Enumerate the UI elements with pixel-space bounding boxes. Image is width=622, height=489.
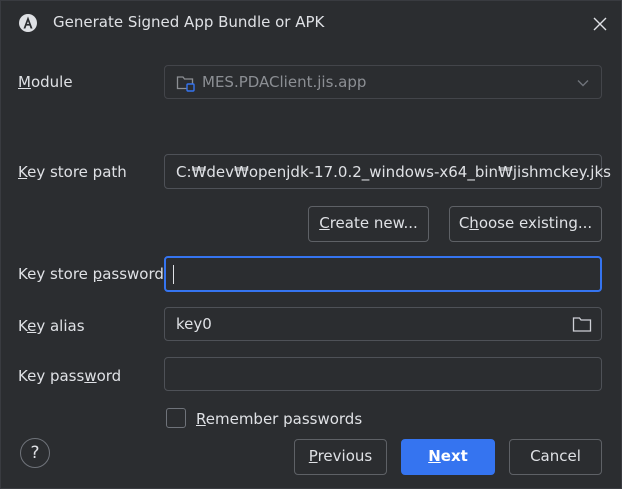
window-title: Generate Signed App Bundle or APK (53, 13, 325, 31)
close-icon[interactable] (590, 14, 610, 34)
key-alias-value: key0 (176, 315, 212, 333)
cancel-button[interactable]: Cancel (509, 439, 602, 475)
chevron-down-icon (577, 80, 589, 87)
key-password-field[interactable] (164, 357, 602, 391)
module-folder-icon (176, 76, 195, 92)
remember-passwords-label[interactable]: Remember passwords (196, 410, 362, 428)
module-value: MES.PDAClient.jis.app (202, 73, 367, 91)
keystore-path-value: C:₩dev₩openjdk-17.0.2_windows-x64_bin₩ji… (176, 163, 611, 181)
previous-button[interactable]: Previous (294, 439, 387, 475)
title-bar: Generate Signed App Bundle or APK (1, 1, 622, 47)
keystore-path-label: Key store path (18, 163, 127, 181)
module-label: Module (18, 73, 73, 91)
keystore-password-field[interactable] (164, 256, 602, 292)
remember-passwords-checkbox[interactable] (166, 408, 186, 428)
create-new-button[interactable]: Create new... (308, 206, 429, 242)
help-button[interactable]: ? (20, 438, 50, 468)
key-alias-label: Key alias (18, 317, 85, 335)
android-studio-icon (19, 14, 37, 32)
key-password-label: Key password (18, 367, 122, 385)
keystore-password-label: Key store password (18, 265, 164, 283)
module-select[interactable]: MES.PDAClient.jis.app (164, 65, 602, 99)
folder-icon[interactable] (572, 316, 592, 333)
dialog: Generate Signed App Bundle or APK Module… (0, 0, 622, 489)
module-label-text: odule (30, 73, 73, 91)
next-button[interactable]: Next (401, 439, 495, 475)
text-caret (173, 265, 174, 284)
keystore-path-field[interactable]: C:₩dev₩openjdk-17.0.2_windows-x64_bin₩ji… (164, 154, 611, 189)
choose-existing-button[interactable]: Choose existing... (449, 206, 602, 242)
key-alias-field[interactable]: key0 (164, 307, 602, 341)
